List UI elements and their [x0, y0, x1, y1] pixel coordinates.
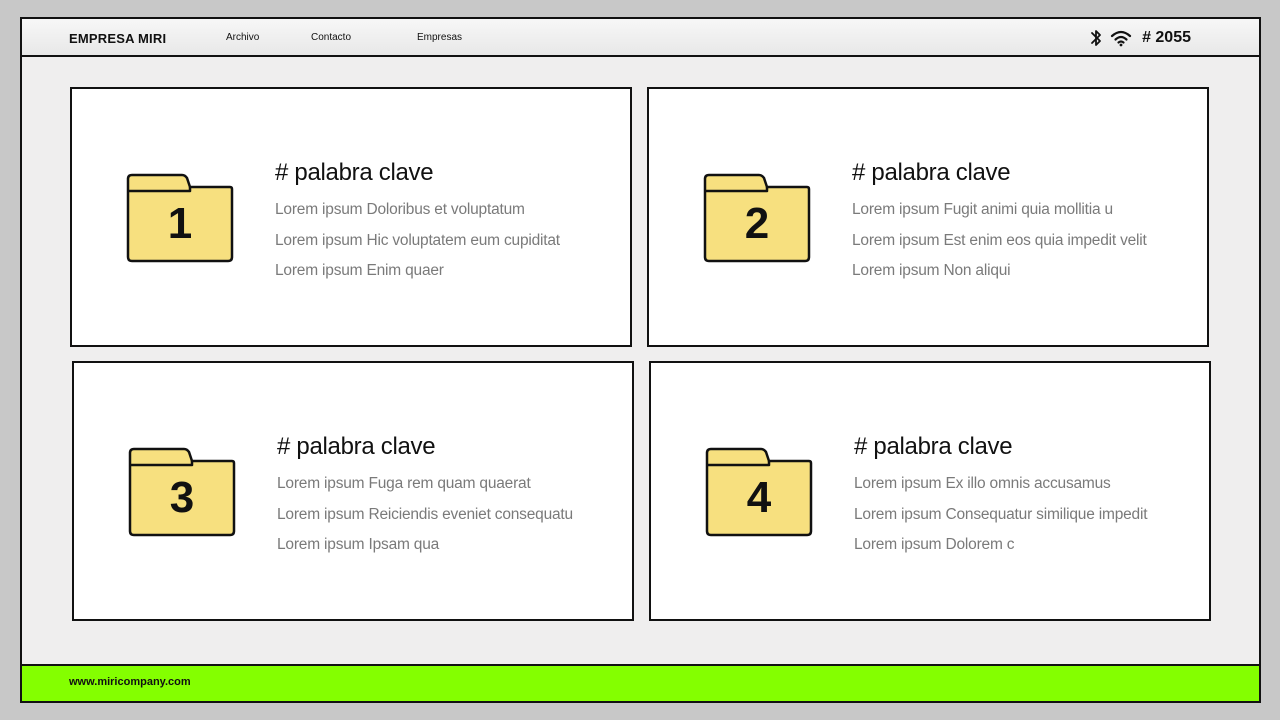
slide-frame: EMPRESA MIRI Archivo Contacto Empresas #…: [20, 17, 1261, 703]
card-line: Lorem ipsum Dolorem c: [854, 536, 1015, 553]
card-line: Lorem ipsum Doloribus et voluptatum: [275, 201, 525, 218]
folder-number: 2: [744, 199, 770, 248]
card-line: Lorem ipsum Consequatur similique impedi…: [854, 506, 1148, 523]
card-line: Lorem ipsum Fugit animi quia mollitia u: [852, 201, 1113, 218]
footer-bar: www.miricompany.com: [22, 664, 1259, 701]
brand-name: EMPRESA MIRI: [69, 31, 167, 46]
card-line: Lorem ipsum Ex illo omnis accusamus: [854, 475, 1111, 492]
bluetooth-icon: [1090, 28, 1102, 48]
folder-icon: 3: [128, 447, 236, 537]
card-2: 2 # palabra clave Lorem ipsum Fugit anim…: [647, 87, 1209, 347]
folder-number: 1: [167, 199, 193, 248]
card-title: # palabra clave: [854, 433, 1013, 460]
card-line: Lorem ipsum Fuga rem quam quaerat: [277, 475, 531, 492]
card-line: Lorem ipsum Non aliqui: [852, 262, 1011, 279]
card-4: 4 # palabra clave Lorem ipsum Ex illo om…: [649, 361, 1211, 621]
nav-item-empresas[interactable]: Empresas: [417, 32, 462, 43]
card-line: Lorem ipsum Reiciendis eveniet consequat…: [277, 506, 573, 523]
card-title: # palabra clave: [275, 159, 434, 186]
nav-item-archivo[interactable]: Archivo: [226, 32, 259, 43]
folder-icon: 1: [126, 173, 234, 263]
top-bar: EMPRESA MIRI Archivo Contacto Empresas #…: [22, 19, 1259, 57]
folder-icon: 2: [703, 173, 811, 263]
status-number: # 2055: [1142, 29, 1191, 46]
folder-number: 4: [746, 473, 772, 522]
card-line: Lorem ipsum Est enim eos quia impedit ve…: [852, 232, 1147, 249]
card-title: # palabra clave: [277, 433, 436, 460]
card-line: Lorem ipsum Ipsam qua: [277, 536, 440, 553]
wifi-icon: [1110, 29, 1132, 47]
nav-item-contacto[interactable]: Contacto: [311, 32, 351, 43]
card-line: Lorem ipsum Enim quaer: [275, 262, 444, 279]
folder-number: 3: [169, 473, 195, 522]
footer-url-link[interactable]: www.miricompany.com: [69, 676, 191, 688]
card-line: Lorem ipsum Hic voluptatem eum cupiditat: [275, 232, 560, 249]
folder-icon: 4: [705, 447, 813, 537]
card-1: 1 # palabra clave Lorem ipsum Doloribus …: [70, 87, 632, 347]
card-3: 3 # palabra clave Lorem ipsum Fuga rem q…: [72, 361, 634, 621]
card-title: # palabra clave: [852, 159, 1011, 186]
status-area: # 2055: [1090, 26, 1191, 50]
